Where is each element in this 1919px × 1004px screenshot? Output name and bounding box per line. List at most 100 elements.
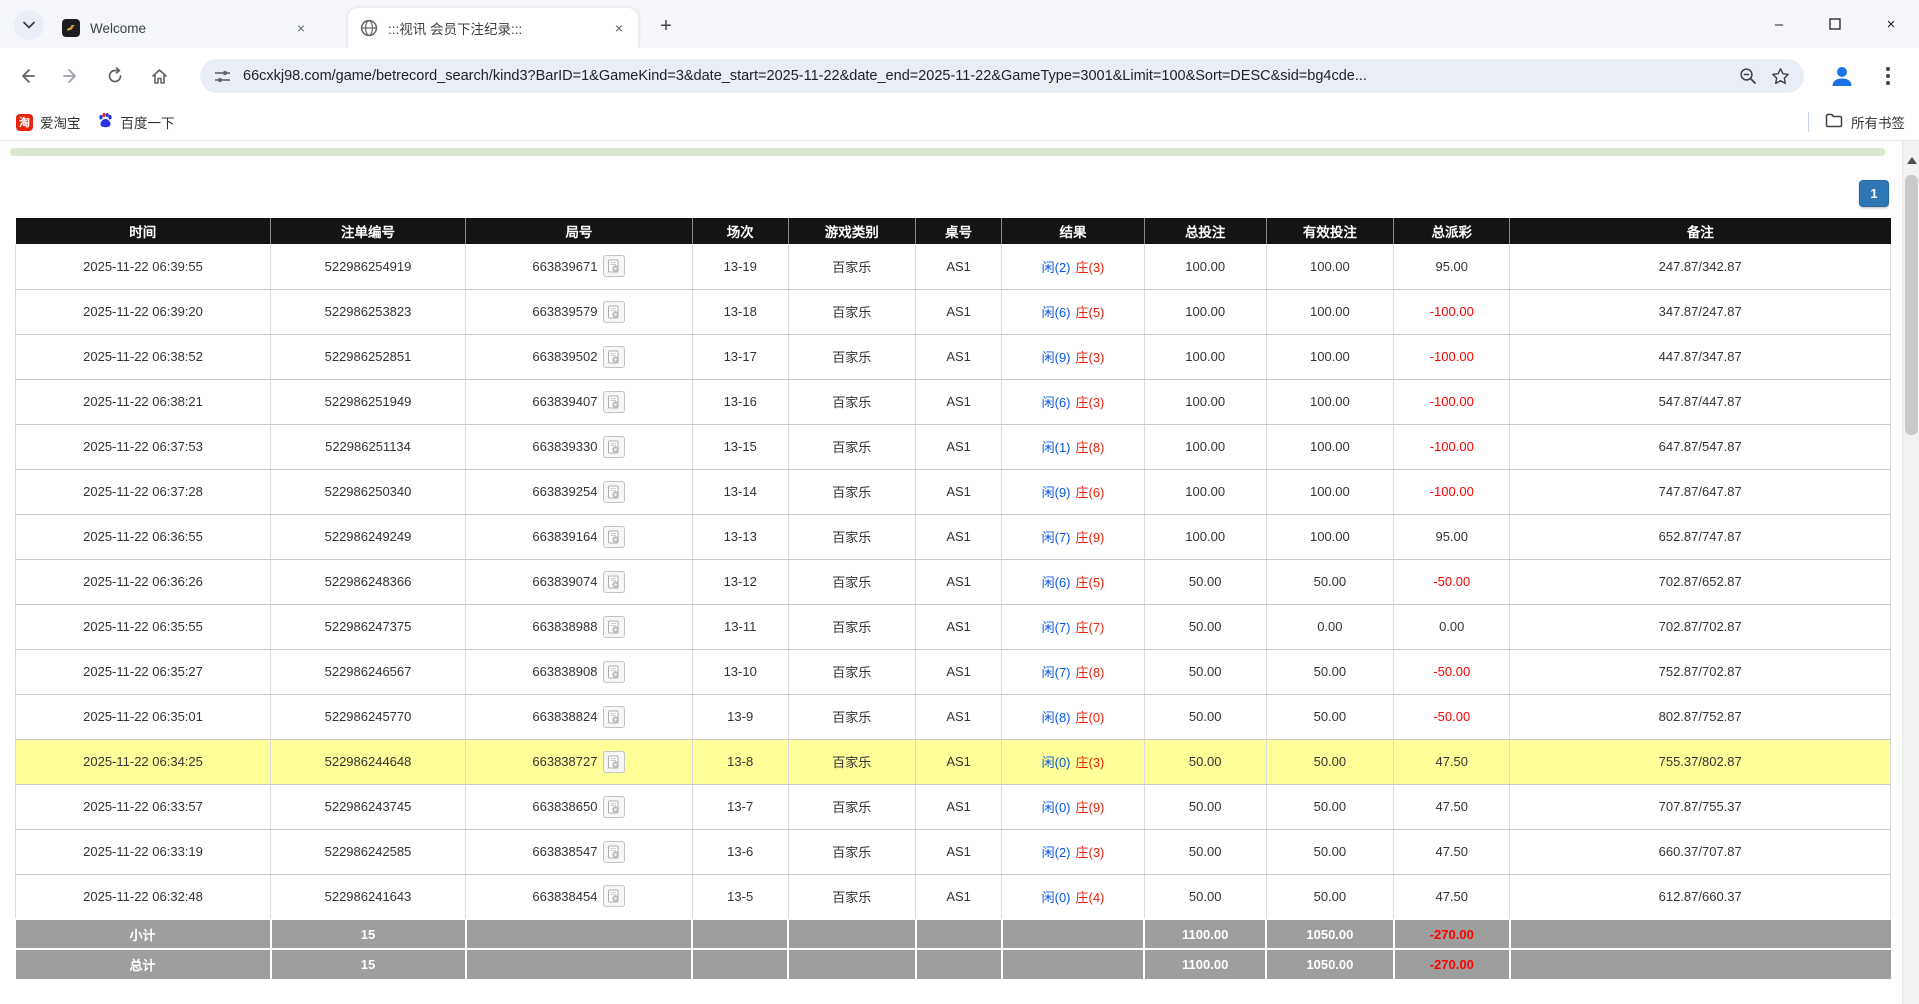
cell-total-bet[interactable]: 50.00 bbox=[1144, 784, 1266, 829]
close-window-button[interactable]: × bbox=[1863, 0, 1919, 48]
cell-result: 闲(9)庄(6) bbox=[1002, 469, 1145, 514]
cell-time: 2025-11-22 06:38:52 bbox=[16, 334, 271, 379]
total-row: 总计 15 1100.00 1050.00 -270.00 bbox=[16, 949, 1891, 979]
cell-bet-id: 522986249249 bbox=[271, 514, 466, 559]
table-row[interactable]: 2025-11-22 06:39:20 522986253823 6638395… bbox=[16, 289, 1891, 334]
all-bookmarks-button[interactable]: 所有书签 bbox=[1808, 112, 1905, 132]
table-row[interactable]: 2025-11-22 06:35:55 522986247375 6638389… bbox=[16, 604, 1891, 649]
round-media-icon[interactable] bbox=[603, 346, 625, 368]
tab-close-icon[interactable]: × bbox=[292, 19, 310, 37]
cell-round-id: 663839254 bbox=[466, 469, 693, 514]
cell-total-bet[interactable]: 50.00 bbox=[1144, 829, 1266, 874]
menu-kebab-icon[interactable] bbox=[1873, 61, 1903, 91]
cell-total-bet[interactable]: 50.00 bbox=[1144, 604, 1266, 649]
table-row[interactable]: 2025-11-22 06:33:19 522986242585 6638385… bbox=[16, 829, 1891, 874]
cell-total-bet[interactable]: 100.00 bbox=[1144, 379, 1266, 424]
round-media-icon[interactable] bbox=[603, 885, 625, 907]
tab-welcome[interactable]: Welcome × bbox=[50, 8, 320, 48]
scrollbar-thumb[interactable] bbox=[1905, 175, 1918, 435]
profile-avatar[interactable] bbox=[1827, 61, 1857, 91]
table-row[interactable]: 2025-11-22 06:38:52 522986252851 6638395… bbox=[16, 334, 1891, 379]
cell-total-bet[interactable]: 100.00 bbox=[1144, 514, 1266, 559]
tab-search-button[interactable] bbox=[14, 10, 44, 40]
back-button[interactable] bbox=[10, 59, 44, 93]
table-row[interactable]: 2025-11-22 06:32:48 522986241643 6638384… bbox=[16, 874, 1891, 919]
cell-total-bet[interactable]: 100.00 bbox=[1144, 289, 1266, 334]
pagination-page-1-button[interactable]: 1 bbox=[1859, 180, 1889, 207]
cell-time: 2025-11-22 06:32:48 bbox=[16, 874, 271, 919]
site-settings-icon[interactable] bbox=[214, 68, 231, 85]
round-media-icon[interactable] bbox=[603, 796, 625, 818]
cell-bet-id: 522986247375 bbox=[271, 604, 466, 649]
cell-total-bet[interactable]: 100.00 bbox=[1144, 469, 1266, 514]
tab-bet-record[interactable]: :::视讯 会员下注纪录::: × bbox=[348, 8, 638, 48]
round-media-icon[interactable] bbox=[603, 841, 625, 863]
round-media-icon[interactable] bbox=[603, 706, 625, 728]
table-row[interactable]: 2025-11-22 06:37:53 522986251134 6638393… bbox=[16, 424, 1891, 469]
cell-total-bet[interactable]: 50.00 bbox=[1144, 739, 1266, 784]
round-media-icon[interactable] bbox=[603, 481, 625, 503]
table-row[interactable]: 2025-11-22 06:39:55 522986254919 6638396… bbox=[16, 244, 1891, 289]
bookmark-baidu[interactable]: 百度一下 bbox=[97, 112, 175, 132]
bookmark-taobao[interactable]: 淘 爱淘宝 bbox=[16, 112, 81, 132]
cell-total-bet[interactable]: 100.00 bbox=[1144, 244, 1266, 289]
zoom-icon[interactable] bbox=[1739, 67, 1757, 85]
cell-remark: 702.87/702.87 bbox=[1510, 604, 1891, 649]
home-button[interactable] bbox=[142, 59, 176, 93]
cell-total-bet[interactable]: 50.00 bbox=[1144, 694, 1266, 739]
cell-total-bet[interactable]: 50.00 bbox=[1144, 559, 1266, 604]
cell-session: 13-14 bbox=[692, 469, 788, 514]
cell-game-type: 百家乐 bbox=[788, 604, 916, 649]
table-row[interactable]: 2025-11-22 06:36:55 522986249249 6638391… bbox=[16, 514, 1891, 559]
round-media-icon[interactable] bbox=[603, 255, 625, 277]
forward-arrow-icon bbox=[62, 67, 80, 85]
url-text[interactable]: 66cxkj98.com/game/betrecord_search/kind3… bbox=[243, 68, 1725, 84]
cell-total-bet[interactable]: 50.00 bbox=[1144, 649, 1266, 694]
cell-total-bet[interactable]: 100.00 bbox=[1144, 334, 1266, 379]
divider bbox=[1808, 112, 1809, 132]
round-media-icon[interactable] bbox=[603, 661, 625, 683]
table-row[interactable]: 2025-11-22 06:35:27 522986246567 6638389… bbox=[16, 649, 1891, 694]
refresh-button[interactable] bbox=[98, 59, 132, 93]
table-row[interactable]: 2025-11-22 06:38:21 522986251949 6638394… bbox=[16, 379, 1891, 424]
round-media-icon[interactable] bbox=[603, 526, 625, 548]
round-media-icon[interactable] bbox=[603, 751, 625, 773]
col-header-round-id: 局号 bbox=[466, 218, 693, 244]
cell-total-bet[interactable]: 50.00 bbox=[1144, 874, 1266, 919]
round-media-icon[interactable] bbox=[603, 391, 625, 413]
bookmark-star-icon[interactable] bbox=[1771, 67, 1790, 86]
cell-session: 13-17 bbox=[692, 334, 788, 379]
cell-table-no: AS1 bbox=[916, 289, 1002, 334]
vertical-scrollbar[interactable] bbox=[1902, 141, 1919, 1004]
cell-game-type: 百家乐 bbox=[788, 514, 916, 559]
table-row[interactable]: 2025-11-22 06:35:01 522986245770 6638388… bbox=[16, 694, 1891, 739]
cell-round-id: 663839671 bbox=[466, 244, 693, 289]
forward-button[interactable] bbox=[54, 59, 88, 93]
cell-round-id: 663838824 bbox=[466, 694, 693, 739]
cell-total-bet[interactable]: 100.00 bbox=[1144, 424, 1266, 469]
table-row[interactable]: 2025-11-22 06:34:25 522986244648 6638387… bbox=[16, 739, 1891, 784]
cell-valid-bet: 50.00 bbox=[1266, 874, 1394, 919]
round-media-icon[interactable] bbox=[603, 616, 625, 638]
table-row[interactable]: 2025-11-22 06:36:26 522986248366 6638390… bbox=[16, 559, 1891, 604]
cell-bet-id: 522986251134 bbox=[271, 424, 466, 469]
minimize-button[interactable]: – bbox=[1751, 0, 1807, 48]
round-media-icon[interactable] bbox=[603, 301, 625, 323]
cell-game-type: 百家乐 bbox=[788, 739, 916, 784]
new-tab-button[interactable]: + bbox=[652, 12, 680, 40]
round-media-icon[interactable] bbox=[603, 571, 625, 593]
table-row[interactable]: 2025-11-22 06:37:28 522986250340 6638392… bbox=[16, 469, 1891, 514]
bet-records-table: 时间 注单编号 局号 场次 游戏类别 桌号 结果 总投注 有效投注 总派彩 备注… bbox=[15, 218, 1891, 979]
round-media-icon[interactable] bbox=[603, 436, 625, 458]
address-bar[interactable]: 66cxkj98.com/game/betrecord_search/kind3… bbox=[200, 59, 1804, 93]
cell-valid-bet: 100.00 bbox=[1266, 379, 1394, 424]
cell-remark: 707.87/755.37 bbox=[1510, 784, 1891, 829]
col-header-bet-id: 注单编号 bbox=[271, 218, 466, 244]
cell-round-id: 663839164 bbox=[466, 514, 693, 559]
table-row[interactable]: 2025-11-22 06:33:57 522986243745 6638386… bbox=[16, 784, 1891, 829]
scrollbar-up-icon[interactable] bbox=[1903, 151, 1919, 169]
maximize-button[interactable] bbox=[1807, 0, 1863, 48]
col-header-total-bet: 总投注 bbox=[1144, 218, 1266, 244]
tab-close-icon[interactable]: × bbox=[610, 19, 628, 37]
cell-game-type: 百家乐 bbox=[788, 424, 916, 469]
